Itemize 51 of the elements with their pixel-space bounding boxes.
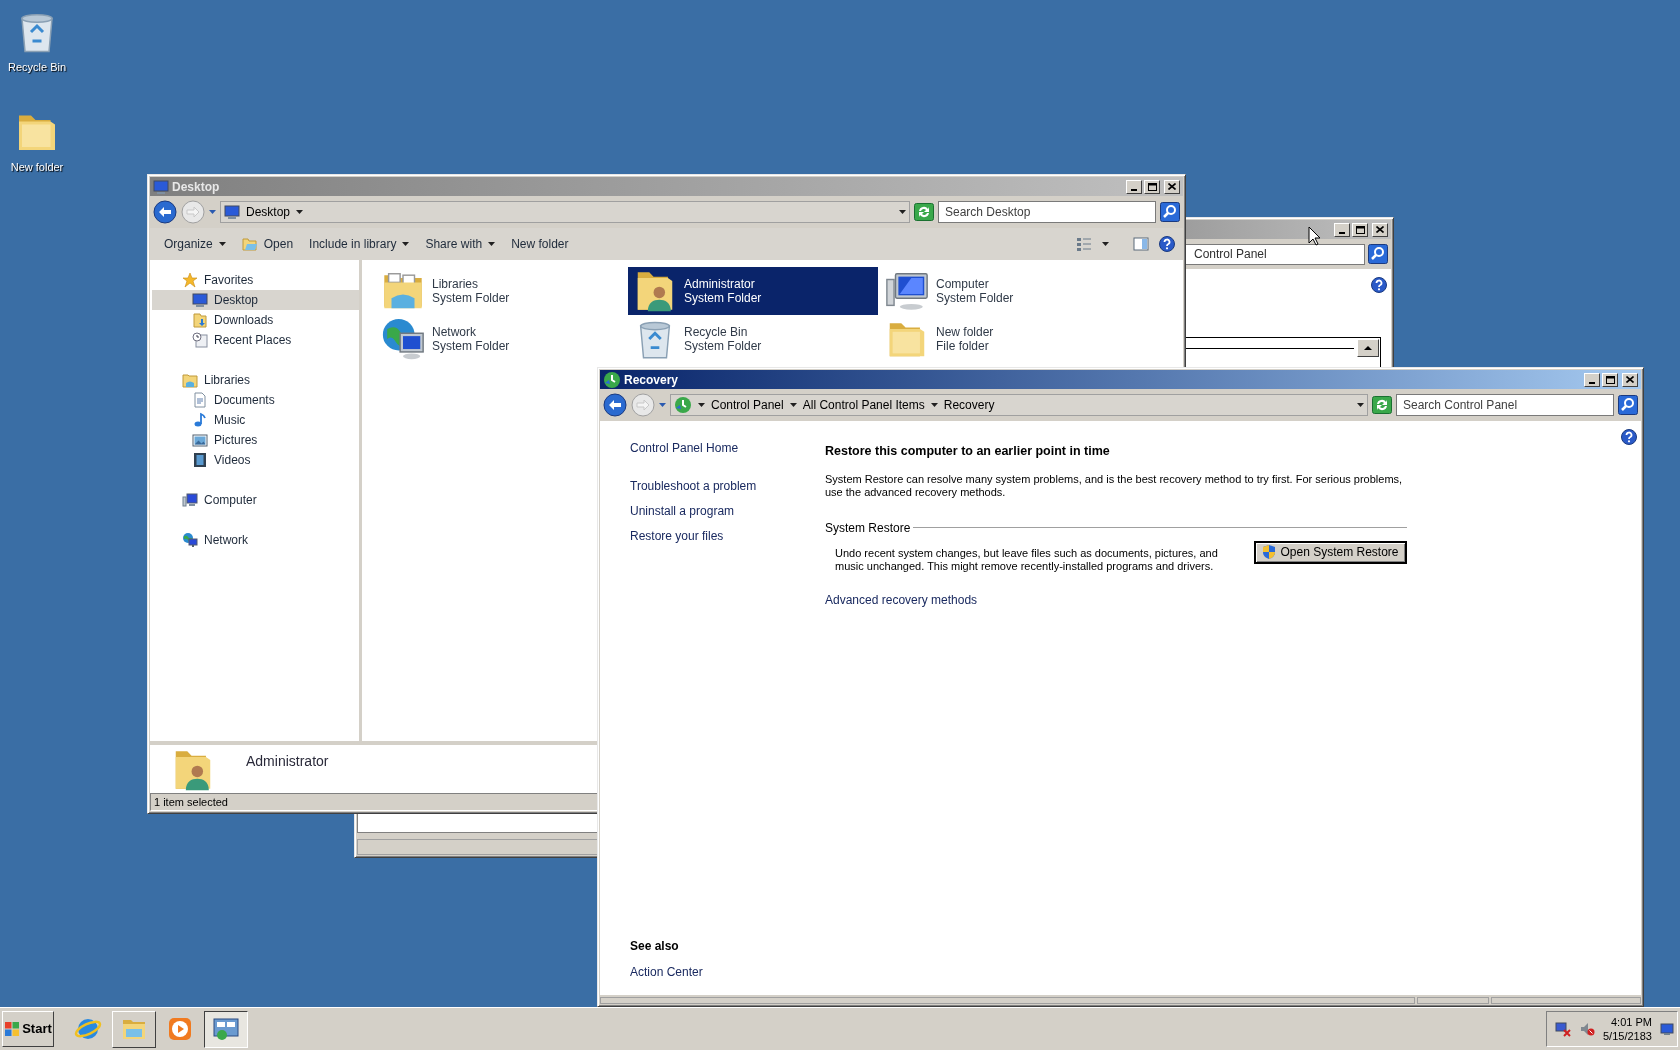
page-heading: Restore this computer to an earlier point in time <box>825 443 1111 460</box>
title-bar: Recovery <box>600 370 1641 389</box>
section-title: System Restore <box>825 519 911 537</box>
nav-item[interactable]: Network <box>152 530 359 550</box>
clock-date[interactable]: 5/15/2183 <box>1603 1029 1652 1043</box>
nav-item[interactable]: Recent Places <box>152 330 359 350</box>
details-name: Administrator <box>246 752 329 771</box>
clock-time[interactable]: 4:01 PM <box>1610 1015 1652 1029</box>
title-bar: Desktop <box>150 177 1183 196</box>
intro-text: System Restore can resolve many system problems, and is the best recovery method to try first. For serious problems, use the advanced recovery methods. <box>825 472 1404 499</box>
address-bar[interactable]: Desktop <box>220 201 910 223</box>
nav-item[interactable]: Downloads <box>152 310 359 330</box>
nav-item[interactable]: Videos <box>152 450 359 470</box>
breadcrumb-item[interactable]: Recovery <box>943 396 995 414</box>
address-bar[interactable]: Control Panel All Control Panel Items Recovery <box>670 394 1368 416</box>
status-text: 1 item selected <box>154 794 228 810</box>
section-description: Undo recent system changes, but leave files such as documents, pictures, and music unchanged. This might remove recently-installed programs and drivers. <box>835 546 1219 573</box>
toolbar-button[interactable]: Open <box>233 232 302 256</box>
sidebar-link[interactable]: Uninstall a program <box>630 502 735 520</box>
toolbar-button[interactable]: Include in library <box>301 232 418 256</box>
file-item[interactable]: Administrator System Folder <box>628 267 878 315</box>
sidebar-link[interactable]: Troubleshoot a problem <box>630 477 757 495</box>
toolbar-button[interactable]: Share with <box>417 232 504 256</box>
sidebar-link[interactable]: Control Panel Home <box>630 439 739 457</box>
sidebar-link[interactable]: Restore your files <box>630 527 724 545</box>
nav-item[interactable]: Desktop <box>152 290 359 310</box>
file-item[interactable]: Computer System Folder <box>880 267 1130 315</box>
start-button[interactable]: Start <box>2 1011 54 1047</box>
search-field[interactable]: Search Desktop <box>938 201 1156 223</box>
nav-item[interactable]: Computer <box>152 490 359 510</box>
advanced-recovery-link[interactable]: Advanced recovery methods <box>825 590 978 609</box>
breadcrumb-item[interactable]: All Control Panel Items <box>802 396 925 414</box>
file-item[interactable]: New folder File folder <box>880 315 1130 363</box>
open-system-restore-button[interactable]: Open System Restore <box>1254 540 1407 564</box>
file-item[interactable]: Recycle Bin System Folder <box>628 315 878 363</box>
toolbar-button[interactable]: Organize <box>156 232 234 256</box>
see-also-heading: See also <box>630 938 680 955</box>
search-field[interactable]: Search Control Panel <box>1396 394 1614 416</box>
file-item[interactable]: Network System Folder <box>376 315 626 363</box>
nav-item[interactable]: Music <box>152 410 359 430</box>
toolbar-button[interactable]: New folder <box>503 232 577 256</box>
breadcrumb-item[interactable]: Control Panel <box>711 396 784 414</box>
nav-item[interactable]: Favorites <box>152 270 359 290</box>
nav-item[interactable]: Libraries <box>152 370 359 390</box>
file-item[interactable]: Libraries System Folder <box>376 267 626 315</box>
desktop-icon-label[interactable]: New folder <box>10 159 64 176</box>
nav-item[interactable]: Documents <box>152 390 359 410</box>
see-also-link[interactable]: Action Center <box>630 963 703 981</box>
search-field[interactable]: Control Panel <box>1183 243 1365 265</box>
desktop-icon-label[interactable]: Recycle Bin <box>7 59 67 76</box>
nav-item[interactable]: Pictures <box>152 430 359 450</box>
